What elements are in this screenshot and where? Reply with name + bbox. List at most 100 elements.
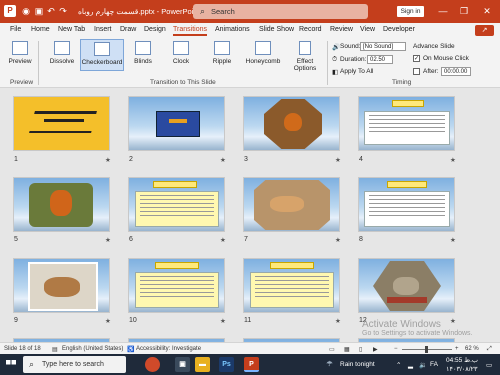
slide-thumbnail-2[interactable] (128, 96, 225, 151)
calligraphy-image (29, 111, 97, 133)
photoshop-icon[interactable]: Ps (219, 357, 234, 372)
search-box[interactable]: ⌕ Search (193, 4, 368, 19)
tab-file[interactable]: File (10, 26, 21, 33)
blinds-icon (135, 41, 151, 55)
transition-group-label: Transition to This Slide (150, 79, 216, 86)
flower-widget-icon[interactable] (145, 357, 160, 372)
checkerboard-icon (94, 42, 110, 56)
redo-icon[interactable]: ↷ (58, 6, 68, 16)
clock-date[interactable]: ۱۴۰۳/۰۸/۲۳ (446, 365, 478, 373)
file-explorer-icon[interactable]: ▬ (195, 357, 210, 372)
effect-options-icon (299, 41, 311, 55)
close-button[interactable]: ✕ (481, 5, 493, 17)
duration-input[interactable]: 02.50 (367, 55, 393, 64)
effect-options-button[interactable]: Effect Options (290, 41, 320, 72)
apply-to-all-button[interactable]: Apply To All (340, 68, 373, 75)
transition-dissolve[interactable]: Dissolve (46, 41, 78, 65)
sign-in-button[interactable]: Sign in (397, 6, 424, 17)
slide-thumbnail-11[interactable] (243, 258, 340, 313)
slide-thumbnail-5[interactable] (13, 177, 110, 232)
slide-thumbnail-7[interactable] (243, 177, 340, 232)
tab-insert[interactable]: Insert (94, 26, 112, 33)
slideshow-view-icon[interactable]: ▶ (373, 346, 378, 353)
slide-number: 10 (129, 317, 137, 324)
transition-star-icon: ★ (450, 157, 456, 164)
transition-star-icon: ★ (450, 237, 456, 244)
tab-record[interactable]: Record (299, 26, 322, 33)
network-icon[interactable]: ▂ (408, 361, 413, 369)
search-placeholder: Search (211, 7, 235, 16)
slide-number: 9 (14, 317, 18, 324)
spellcheck-icon[interactable]: ▤ (52, 346, 58, 353)
accessibility-icon: ♿ (127, 347, 135, 353)
task-view-icon[interactable]: ▣ (175, 357, 190, 372)
transition-honeycomb[interactable]: Honeycomb (244, 41, 282, 65)
tab-design[interactable]: Design (144, 26, 166, 33)
tab-slide-show[interactable]: Slide Show (259, 26, 294, 33)
language-indicator[interactable]: English (United States) (62, 346, 123, 352)
accessibility-status[interactable]: Accessibility: Investigate (136, 346, 201, 352)
preview-label: Preview (8, 58, 32, 65)
tab-transitions[interactable]: Transitions (173, 26, 207, 36)
slide-sorter-view-icon[interactable]: ▦ (344, 346, 350, 353)
zoom-level[interactable]: 62 % (465, 346, 479, 352)
sound-select[interactable]: [No Sound] (360, 42, 406, 51)
divider (38, 41, 39, 85)
transition-blinds[interactable]: Blinds (128, 41, 158, 65)
tab-draw[interactable]: Draw (120, 26, 136, 33)
save-icon[interactable]: ▣ (34, 6, 44, 16)
windows-start-icon[interactable] (6, 360, 16, 365)
slide-thumbnail-1[interactable] (13, 96, 110, 151)
slide-thumbnail-8[interactable] (358, 177, 455, 232)
dissolve-icon (54, 41, 70, 55)
slide-thumbnail-10[interactable] (128, 258, 225, 313)
transition-clock[interactable]: Clock (166, 41, 196, 65)
taskbar-search[interactable]: ⌕ Type here to search (23, 356, 126, 373)
banner-title (169, 119, 187, 123)
transition-star-icon: ★ (335, 157, 341, 164)
fit-to-window-icon[interactable]: ⤢ (487, 346, 492, 353)
minimize-button[interactable]: — (437, 5, 449, 17)
watermark-subtitle: Go to Settings to activate Windows. (362, 330, 473, 337)
autosave-icon[interactable]: ◉ (21, 6, 31, 16)
zoom-in-icon[interactable]: + (455, 346, 459, 352)
preview-group-label: Preview (10, 79, 34, 86)
undo-icon[interactable]: ↶ (46, 6, 56, 16)
tab-animations[interactable]: Animations (215, 26, 250, 33)
zoom-slider-thumb[interactable] (425, 346, 428, 353)
share-button[interactable]: ↗ (475, 25, 494, 36)
restore-button[interactable]: ❐ (458, 5, 470, 17)
transition-star-icon: ★ (220, 157, 226, 164)
clock-time[interactable]: 04:55 ب.ظ (446, 356, 478, 364)
normal-view-icon[interactable]: ▭ (329, 346, 335, 353)
transition-star-icon: ★ (105, 318, 111, 325)
tab-home[interactable]: Home (31, 26, 50, 33)
reading-view-icon[interactable]: ▯ (359, 346, 362, 353)
slide-thumbnail-6[interactable] (128, 177, 225, 232)
preview-button[interactable]: Preview (6, 41, 34, 65)
slide-thumbnail-12[interactable] (358, 258, 455, 313)
zoom-out-icon[interactable]: − (394, 346, 398, 352)
transition-checkerboard[interactable]: Checkerboard (80, 39, 124, 71)
volume-icon[interactable]: 🔉 (419, 361, 427, 369)
tray-arrow-icon[interactable]: ⌃ (396, 361, 401, 369)
powerpoint-taskbar-icon[interactable]: P (244, 357, 259, 372)
tab-view[interactable]: View (360, 26, 375, 33)
text-card (364, 191, 450, 227)
slide-thumbnail-4[interactable] (358, 96, 455, 151)
notification-icon[interactable]: ▭ (486, 361, 492, 369)
tab-review[interactable]: Review (330, 26, 353, 33)
transition-star-icon: ★ (220, 318, 226, 325)
keyboard-language[interactable]: FA (430, 361, 438, 368)
after-input[interactable]: 00:00.00 (441, 67, 471, 76)
on-mouse-click-checkbox[interactable]: ✓ (413, 55, 420, 62)
tab-developer[interactable]: Developer (383, 26, 415, 33)
slide-thumbnail-9[interactable] (13, 258, 110, 313)
transition-ripple[interactable]: Ripple (206, 41, 238, 65)
tab-new-tab[interactable]: New Tab (58, 26, 85, 33)
after-checkbox[interactable] (413, 68, 420, 75)
text-card (135, 272, 219, 308)
slide-thumbnail-3[interactable] (243, 96, 340, 151)
weather-text[interactable]: Rain tonight (340, 361, 375, 368)
apply-all-icon: ◧ (332, 69, 339, 76)
